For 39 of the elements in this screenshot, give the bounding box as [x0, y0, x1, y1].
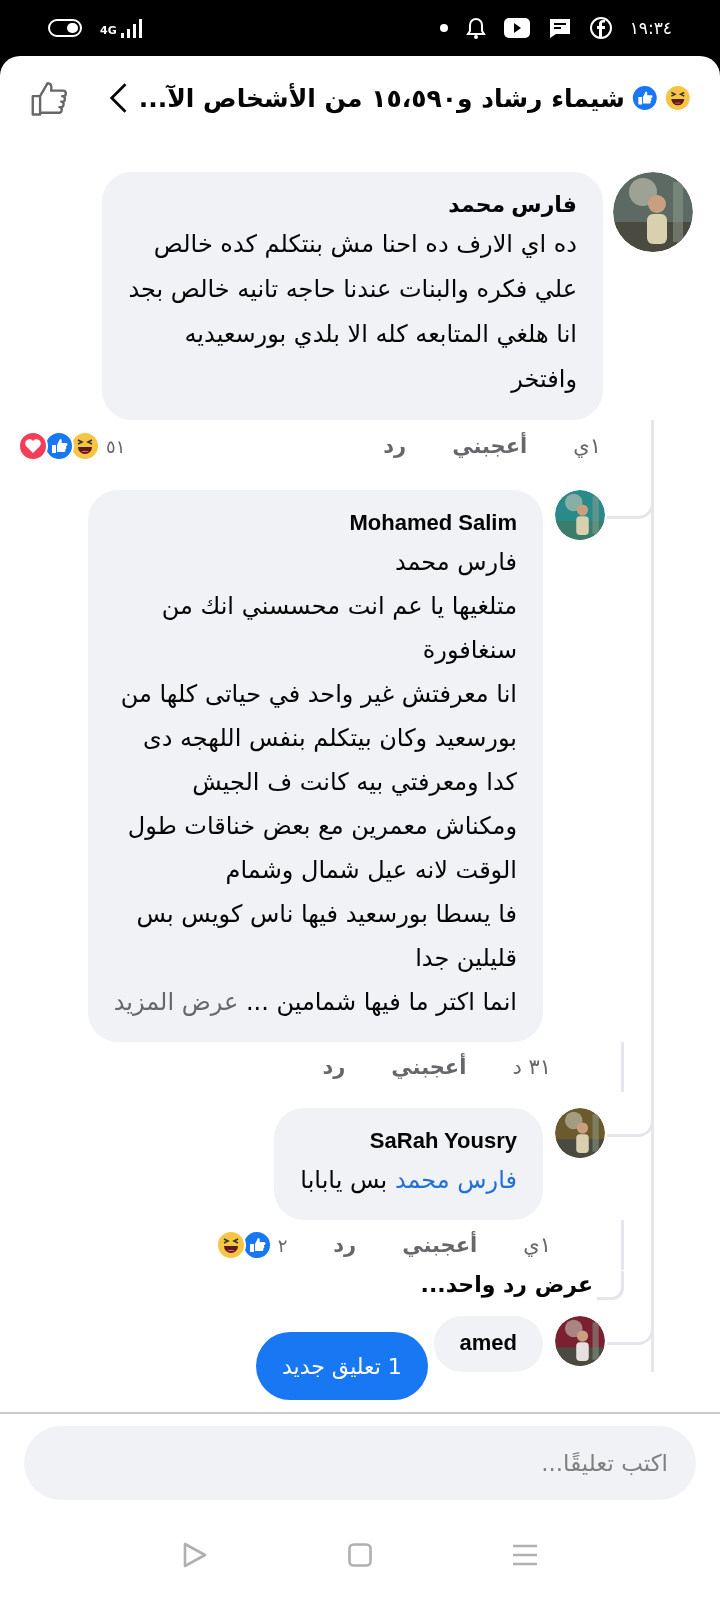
home-icon[interactable] — [348, 1543, 372, 1567]
comment-author[interactable]: فارس محمد — [128, 188, 577, 222]
back-icon[interactable] — [182, 1541, 208, 1569]
network-label: 4G — [100, 24, 117, 37]
message-icon — [547, 17, 572, 39]
comment-input[interactable]: اكتب تعليقًا... — [24, 1426, 696, 1500]
reply-link[interactable]: رد — [333, 1233, 357, 1257]
reply-link[interactable]: رد — [322, 1055, 346, 1079]
like-reaction-icon — [630, 83, 659, 113]
comment-author[interactable]: Mohamed Salim — [113, 506, 517, 540]
comment-time: ١ي — [573, 434, 601, 458]
like-link[interactable]: أعجبني — [391, 1055, 467, 1079]
mention-link[interactable]: فارس محمد — [394, 1166, 517, 1194]
reaction-count: ٢ — [277, 1234, 288, 1256]
comment-author[interactable]: SaRah Yousry — [300, 1124, 517, 1158]
comment-time: ١ي — [523, 1233, 551, 1257]
reactions-title: شيماء رشاد و١٥،٥٩٠ من الأشخاص الآ... — [138, 83, 625, 113]
view-replies-link[interactable]: عرض رد واحد... — [420, 1270, 593, 1300]
reaction-count: ٥١ — [106, 435, 126, 457]
new-comments-button[interactable]: 1 تعليق جديد — [256, 1332, 428, 1400]
see-more-link[interactable]: عرض المزيد — [113, 988, 239, 1016]
like-link[interactable]: أعجبني — [402, 1233, 478, 1257]
bell-icon — [465, 17, 486, 39]
video-play-icon — [503, 18, 530, 38]
comment-time: ٣١ د — [512, 1055, 551, 1079]
comment-text: فارس محمد متلغيها يا عم انت محسسني انك من سنغافورة انا معرفتش غير واحد في حياتى كلها من بورسعيد وكان بيتكلم بنفس اللهجه دى كدا ومعرفتي بيه كانت ف الجيش ومكناش معمرين مع بعض خناقات طول الوقت لانه عيل شمال وشمام فا يسطا بورسعيد فيها ناس كويس بس قليلين جدا انما اكتر ما فيها شمامين ... عرض المزيد — [113, 547, 517, 1018]
dot-icon — [439, 24, 448, 32]
reply-link[interactable]: رد — [383, 434, 407, 458]
comment-author[interactable]: amed — [459, 1326, 517, 1360]
facebook-icon — [589, 17, 612, 39]
comment-text: فارس محمد بس يابابا — [300, 1165, 517, 1196]
clock-time: ١٩:٣٤ — [629, 18, 672, 38]
comment-text: ده اي الارف ده احنا مش بنتكلم كده خالص علي فكره والبنات عندنا حاجه تانيه خالص بجد انا هلغي المتابعه كله الا بلدي بورسعيديه وافتخر — [128, 229, 577, 395]
like-link[interactable]: أعجبني — [452, 434, 528, 458]
battery-icon — [48, 19, 82, 37]
signal-icon — [120, 18, 145, 38]
back-chevron-icon[interactable] — [108, 81, 129, 115]
menu-icon[interactable] — [512, 1543, 538, 1567]
laughing-reaction-icon — [664, 83, 692, 113]
